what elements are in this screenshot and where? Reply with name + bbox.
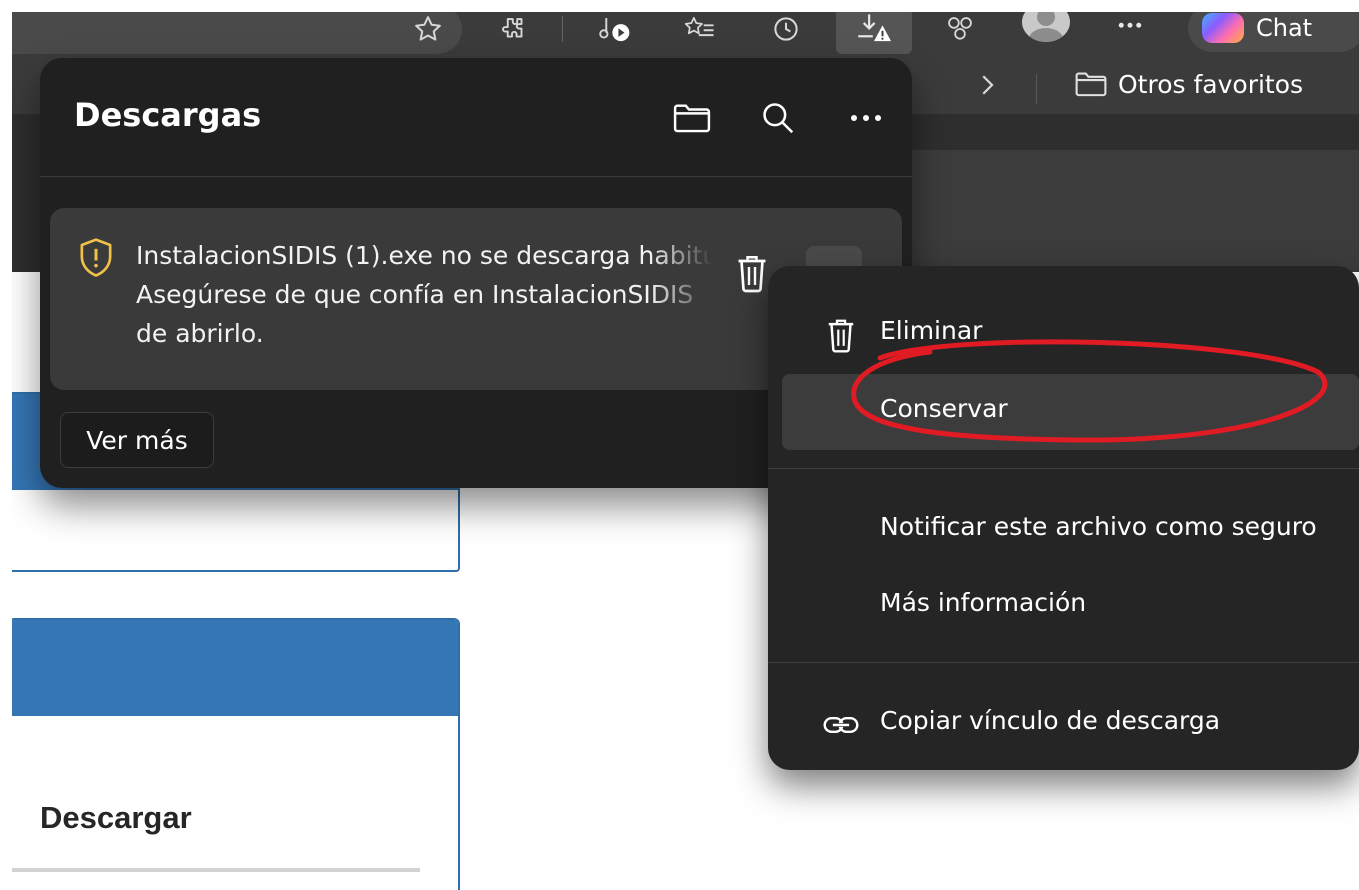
chat-button[interactable]: Chat [1188, 12, 1359, 52]
menu-item-report-safe[interactable]: Notificar este archivo como seguro [782, 492, 1359, 568]
more-icon[interactable] [1110, 12, 1150, 46]
text-fade [650, 228, 720, 318]
address-bar[interactable] [12, 12, 462, 54]
menu-item-copy-link[interactable]: Copiar vínculo de descarga [782, 686, 1359, 762]
folder-icon [1074, 69, 1108, 99]
menu-item-label: Notificar este archivo como seguro [880, 512, 1317, 541]
link-icon [822, 706, 860, 744]
download-section-title: Descargar [40, 800, 192, 835]
section-divider [12, 868, 420, 872]
profile-avatar[interactable] [1022, 12, 1070, 42]
favorites-separator [1036, 74, 1037, 104]
warning-line-3: de abrirlo. [136, 319, 264, 348]
media-icon[interactable] [596, 12, 636, 46]
menu-item-more-info[interactable]: Más información [782, 568, 1359, 644]
extensions-icon[interactable] [494, 12, 534, 46]
search-icon[interactable] [756, 96, 800, 140]
star-icon[interactable] [408, 12, 448, 46]
chevron-right-icon[interactable] [972, 70, 1002, 100]
menu-separator [768, 662, 1359, 663]
shield-warning-icon [76, 236, 116, 280]
chat-logo-icon [1202, 13, 1244, 43]
favorites-list-icon[interactable] [680, 12, 720, 46]
warning-line-2: Asegúrese de que confía en InstalacionSI… [136, 280, 694, 309]
other-favorites-label: Otros favoritos [1118, 69, 1304, 99]
history-icon[interactable] [766, 12, 806, 46]
downloads-divider [40, 176, 912, 177]
menu-item-label: Más información [880, 588, 1087, 617]
download-section-panel: Descargar [12, 618, 460, 890]
copilot-icon[interactable] [940, 12, 980, 46]
warning-line-1: InstalacionSIDIS (1).exe no se descarga … [136, 241, 716, 270]
chat-label: Chat [1256, 14, 1313, 42]
screen: Chat Otros favoritos Descargar Descargas [12, 12, 1359, 890]
see-more-button[interactable]: Ver más [60, 412, 214, 468]
downloads-title: Descargas [74, 96, 262, 134]
browser-toolbar: Chat [12, 12, 1359, 56]
toolbar-separator [562, 16, 563, 42]
more-icon[interactable] [844, 96, 888, 140]
other-favorites-button[interactable]: Otros favoritos [1074, 69, 1303, 99]
download-warning-text: InstalacionSIDIS (1).exe no se descarga … [136, 236, 716, 353]
download-warning-icon [854, 12, 894, 46]
menu-separator [768, 468, 1359, 469]
folder-icon[interactable] [670, 96, 714, 140]
menu-item-label: Copiar vínculo de descarga [880, 706, 1221, 735]
annotation-circle [850, 336, 1340, 448]
